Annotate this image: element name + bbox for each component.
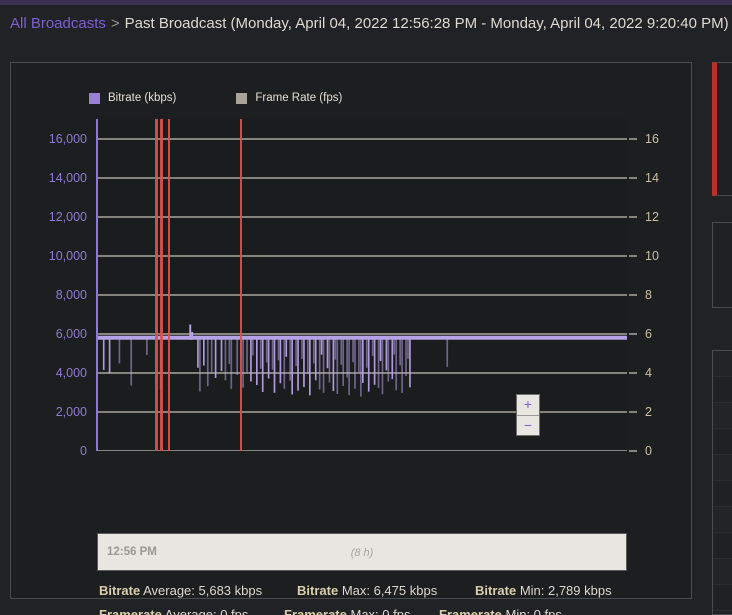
y-axis-left-tick: 6,000 [55,326,87,341]
y-axis-right-tick: 0 [645,444,652,458]
stat-value: Min: 2,789 kbps [519,583,612,598]
stat-bitrate-max: Bitrate Max: 6,475 kbps [297,583,475,598]
list-item[interactable] [713,377,732,403]
stat-value: Average: 0 fps [164,607,249,615]
stat-bitrate-min: Bitrate Min: 2,789 kbps [475,583,612,598]
list-item[interactable] [713,533,732,559]
stat-value: Max: 0 fps [350,607,411,615]
list-item[interactable] [713,585,732,611]
zoom-in-button[interactable]: + [517,395,539,415]
y-axis-left-tick: 2,000 [55,404,87,419]
broadcast-chart-card: Bitrate (kbps) Frame Rate (fps) 0 2,000 4,… [10,62,692,615]
breadcrumb: All Broadcasts > Past Broadcast (Monday, A… [10,12,729,36]
bitrate-color-swatch [89,92,100,104]
stat-key: Bitrate [475,583,517,598]
stat-value: Max: 6,475 kbps [341,583,438,598]
y-axis-left-tick: 12,000 [48,209,87,224]
breadcrumb-all-broadcasts-link[interactable]: All Broadcasts [10,15,106,32]
chart-event-marker[interactable] [155,119,159,451]
y-axis-left-line [96,119,98,451]
chart-plot-wrapper [87,119,627,451]
y-axis-right-tick: 16 [645,131,659,146]
breadcrumb-separator: > [110,15,120,32]
y-axis-right-tick-mark [629,371,637,374]
list-item[interactable] [713,429,732,455]
list-item[interactable] [713,507,732,533]
legend-item-framerate[interactable]: Frame Rate (fps) [236,92,342,104]
chart-event-marker[interactable] [160,119,164,451]
list-item[interactable] [713,455,732,481]
bitrate-series [97,324,627,397]
list-item[interactable] [713,351,732,377]
list-item[interactable] [713,559,732,585]
legend-label-framerate: Frame Rate (fps) [255,92,343,104]
stat-key: Framerate [439,607,502,615]
stat-value: Min: 0 fps [505,607,562,615]
list-item[interactable] [713,403,732,429]
stats-row-framerate: Framerate Average: 0 fps Framerate Max: … [99,607,659,615]
y-axis-right-tick: 12 [645,209,659,224]
y-axis-right-tick: 4 [645,365,652,380]
right-side-panel [710,55,732,615]
stat-key: Framerate [99,607,162,615]
stat-key: Bitrate [297,583,339,598]
chart-legend: Bitrate (kbps) Frame Rate (fps) [89,92,342,104]
stat-key: Framerate [284,607,347,615]
y-axis-left-tick: 4,000 [55,365,87,380]
y-axis-right-tick: 2 [645,404,652,419]
y-axis-right-tick: 6 [645,326,652,341]
y-axis-right-tick-mark [629,137,637,140]
y-axis-right-tick-mark [629,450,637,452]
chart-summary-stats: Bitrate Average: 5,683 kbps Bitrate Max:… [99,583,659,615]
info-card[interactable] [712,222,732,308]
chart-event-marker[interactable] [168,119,171,451]
legend-item-bitrate[interactable]: Bitrate (kbps) [89,92,176,104]
y-axis-right-tick: 8 [645,287,652,302]
zoom-controls: + − [516,394,540,436]
alert-card[interactable] [712,62,732,196]
y-axis-right-tick-mark [629,254,637,257]
timeline-scrubber[interactable]: 12:56 PM (8 h) [97,533,627,571]
stat-framerate-max: Framerate Max: 0 fps [284,607,439,615]
breadcrumb-current: Past Broadcast (Monday, April 04, 2022 1… [124,15,729,32]
y-axis-left-tick: 0 [80,444,87,458]
y-axis-right-tick-mark [629,410,637,413]
y-axis-left-tick: 10,000 [48,248,87,263]
scrubber-duration: (8 h) [350,547,374,559]
stat-value: Average: 5,683 kbps [143,583,263,598]
y-axis-left-tick: 16,000 [48,131,87,146]
framerate-color-swatch [236,92,248,104]
stat-bitrate-average: Bitrate Average: 5,683 kbps [99,583,297,598]
y-axis-right-tick: 10 [645,248,659,263]
top-accent-bar [0,0,732,5]
chart-plot-area[interactable] [97,119,627,451]
list-card[interactable] [712,350,732,615]
stats-row-bitrate: Bitrate Average: 5,683 kbps Bitrate Max:… [99,583,659,598]
y-axis-right-tick-mark [629,215,637,218]
y-axis-right-tick-mark [629,293,637,296]
stat-framerate-min: Framerate Min: 0 fps [439,607,562,615]
zoom-out-button[interactable]: − [517,415,539,435]
legend-label-bitrate: Bitrate (kbps) [108,92,177,104]
y-axis-right-tick-mark [629,332,637,335]
stat-framerate-average: Framerate Average: 0 fps [99,607,284,615]
y-axis-left-tick: 8,000 [55,287,87,302]
broadcast-detail-page: All Broadcasts > Past Broadcast (Monday, A… [0,0,732,615]
y-axis-left-tick: 14,000 [48,170,87,185]
y-axis-right-tick-mark [629,176,637,179]
list-item[interactable] [713,481,732,507]
chart-event-marker[interactable] [240,119,243,451]
y-axis-right-tick: 14 [645,170,659,185]
stat-key: Bitrate [99,583,141,598]
